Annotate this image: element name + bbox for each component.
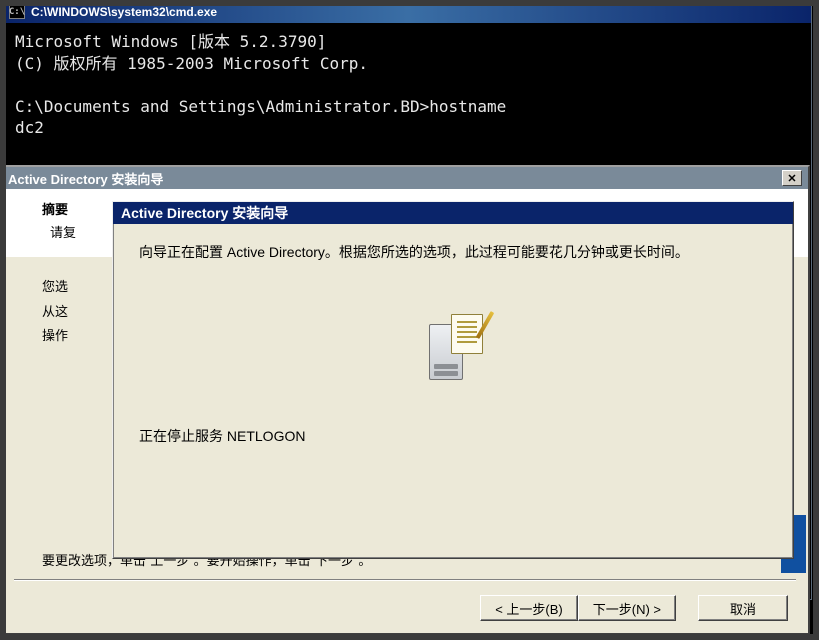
ad-progress-message: 向导正在配置 Active Directory。根据您所选的选项，此过程可能要花…	[139, 242, 767, 264]
ad-progress-dialog: Active Directory 安装向导 向导正在配置 Active Dire…	[112, 201, 794, 559]
cmd-output[interactable]: Microsoft Windows [版本 5.2.3790] (C) 版权所有…	[5, 23, 811, 147]
wizard-button-bar: < 上一步(B) 下一步(N) > 取消	[480, 595, 788, 621]
ad-wizard-title: Active Directory 安装向导	[8, 169, 163, 188]
cmd-titlebar[interactable]: C:\ C:\WINDOWS\system32\cmd.exe	[5, 1, 811, 23]
ad-progress-status: 正在停止服务 NETLOGON	[139, 426, 767, 448]
server-document-icon	[139, 314, 767, 386]
ad-progress-titlebar[interactable]: Active Directory 安装向导	[113, 202, 793, 224]
cancel-button[interactable]: 取消	[698, 595, 788, 621]
next-button[interactable]: 下一步(N) >	[578, 595, 676, 621]
cmd-title: C:\WINDOWS\system32\cmd.exe	[31, 5, 217, 19]
ad-progress-title: Active Directory 安装向导	[121, 203, 288, 223]
ad-progress-body: 向导正在配置 Active Directory。根据您所选的选项，此过程可能要花…	[113, 224, 793, 465]
cmd-icon: C:\	[9, 5, 25, 19]
back-button[interactable]: < 上一步(B)	[480, 595, 578, 621]
separator	[14, 579, 796, 581]
close-icon[interactable]: ✕	[782, 170, 802, 186]
ad-wizard-titlebar[interactable]: Active Directory 安装向导 ✕	[2, 167, 808, 189]
